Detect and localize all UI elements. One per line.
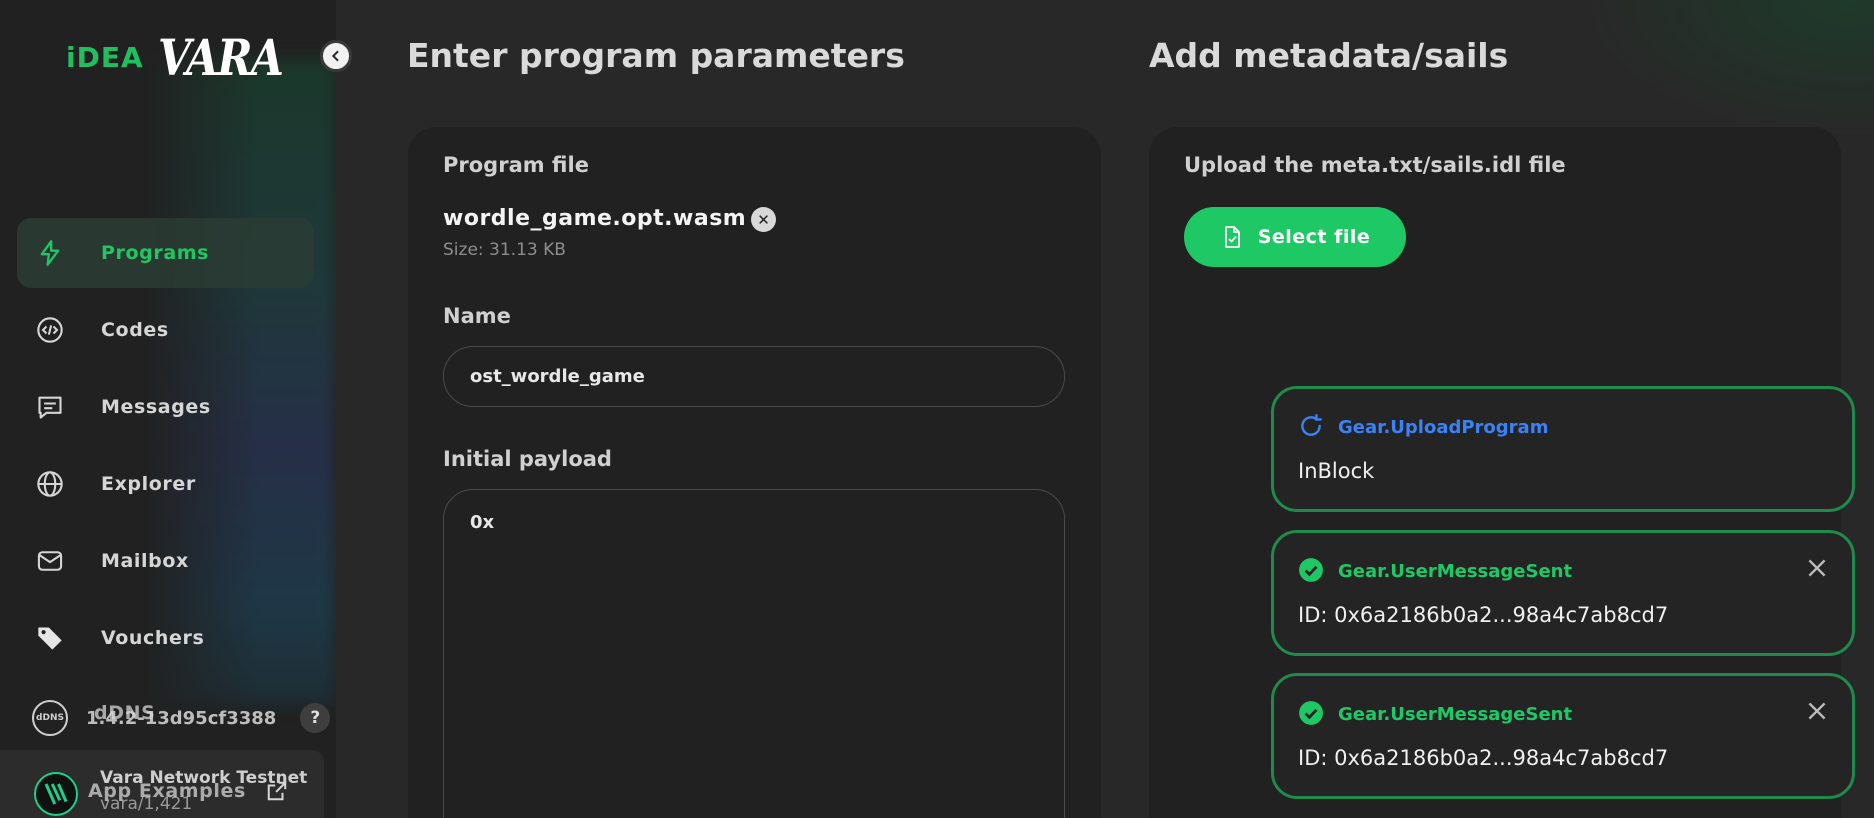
sidebar-item-label: Explorer (101, 473, 196, 495)
sidebar-item-programs[interactable]: Programs (17, 218, 314, 288)
sidebar-item-label: Mailbox (101, 550, 189, 572)
message-icon (35, 392, 65, 422)
name-input[interactable]: ost_wordle_game (443, 346, 1065, 407)
toast-title: Gear.UserMessageSent (1338, 561, 1573, 582)
file-check-icon (1224, 226, 1240, 248)
check-circle-icon (1298, 700, 1324, 726)
sidebar-item-label: Vouchers (101, 627, 205, 649)
dns-icon[interactable]: dDNS (32, 700, 68, 736)
toast-notification: Gear.UserMessageSent ID: 0x6a2186b0a2...… (1271, 673, 1855, 799)
close-icon[interactable] (1804, 555, 1830, 581)
app-logo[interactable]: iDEA VARA (66, 24, 304, 90)
check-circle-icon (1298, 557, 1324, 583)
toast-body: InBlock (1298, 459, 1375, 483)
external-link-icon[interactable] (266, 780, 288, 802)
sidebar-nav: Programs Codes Messages Explorer Mailbox (17, 218, 314, 680)
globe-icon (35, 469, 65, 499)
payload-input[interactable]: 0x (443, 489, 1065, 818)
program-file-label: Program file (443, 153, 589, 177)
toast-notification: Gear.UploadProgram InBlock (1271, 386, 1855, 512)
remove-file-button[interactable]: ✕ (751, 207, 776, 232)
collapse-sidebar-button[interactable] (320, 40, 352, 72)
sidebar-item-dns[interactable]: dDNS (94, 702, 155, 724)
sidebar-item-mailbox[interactable]: Mailbox (17, 526, 314, 596)
program-file-size: Size: 31.13 KB (443, 240, 566, 260)
sidebar-item-label: Codes (101, 319, 169, 341)
select-file-label: Select file (1257, 226, 1371, 248)
help-icon[interactable]: ? (300, 703, 331, 733)
name-label: Name (443, 304, 511, 328)
metadata-section-title: Add metadata/sails (1149, 36, 1509, 75)
mail-icon (35, 546, 65, 576)
payload-label: Initial payload (443, 447, 612, 471)
lightning-icon (35, 238, 65, 268)
toast-body: ID: 0x6a2186b0a2...98a4c7ab8cd7 (1298, 746, 1669, 770)
refresh-icon (1298, 413, 1324, 439)
sidebar-item-messages[interactable]: Messages (17, 372, 314, 442)
upload-label: Upload the meta.txt/sails.idl file (1184, 153, 1566, 177)
sidebar-item-label: Programs (101, 242, 210, 264)
sidebar-item-label: Messages (101, 396, 211, 418)
toast-notification: Gear.UserMessageSent ID: 0x6a2186b0a2...… (1271, 530, 1855, 656)
program-file-name: wordle_game.opt.wasm (443, 206, 747, 231)
program-section-title: Enter program parameters (407, 36, 905, 75)
sidebar-item-codes[interactable]: Codes (17, 295, 314, 365)
toast-title: Gear.UploadProgram (1338, 417, 1549, 438)
vara-logo-text: VARA (157, 27, 284, 87)
vara-network-icon (34, 772, 78, 816)
toast-title: Gear.UserMessageSent (1338, 704, 1573, 725)
idea-logo-text: iDEA (66, 40, 144, 74)
sidebar-item-vouchers[interactable]: Vouchers (17, 603, 314, 673)
toast-body: ID: 0x6a2186b0a2...98a4c7ab8cd7 (1298, 603, 1669, 627)
sidebar: iDEA VARA Programs Codes Messages Explor… (0, 0, 336, 818)
version-row: dDNS 1.4.2-13d95cf3388 ? (32, 700, 331, 736)
select-file-button[interactable]: Select file (1184, 207, 1406, 267)
sidebar-item-explorer[interactable]: Explorer (17, 449, 314, 519)
code-icon (35, 315, 65, 345)
sidebar-item-app-examples[interactable]: App Examples (88, 780, 246, 802)
chevron-left-icon (331, 50, 339, 62)
close-icon[interactable] (1804, 698, 1830, 724)
tag-icon (35, 623, 65, 653)
